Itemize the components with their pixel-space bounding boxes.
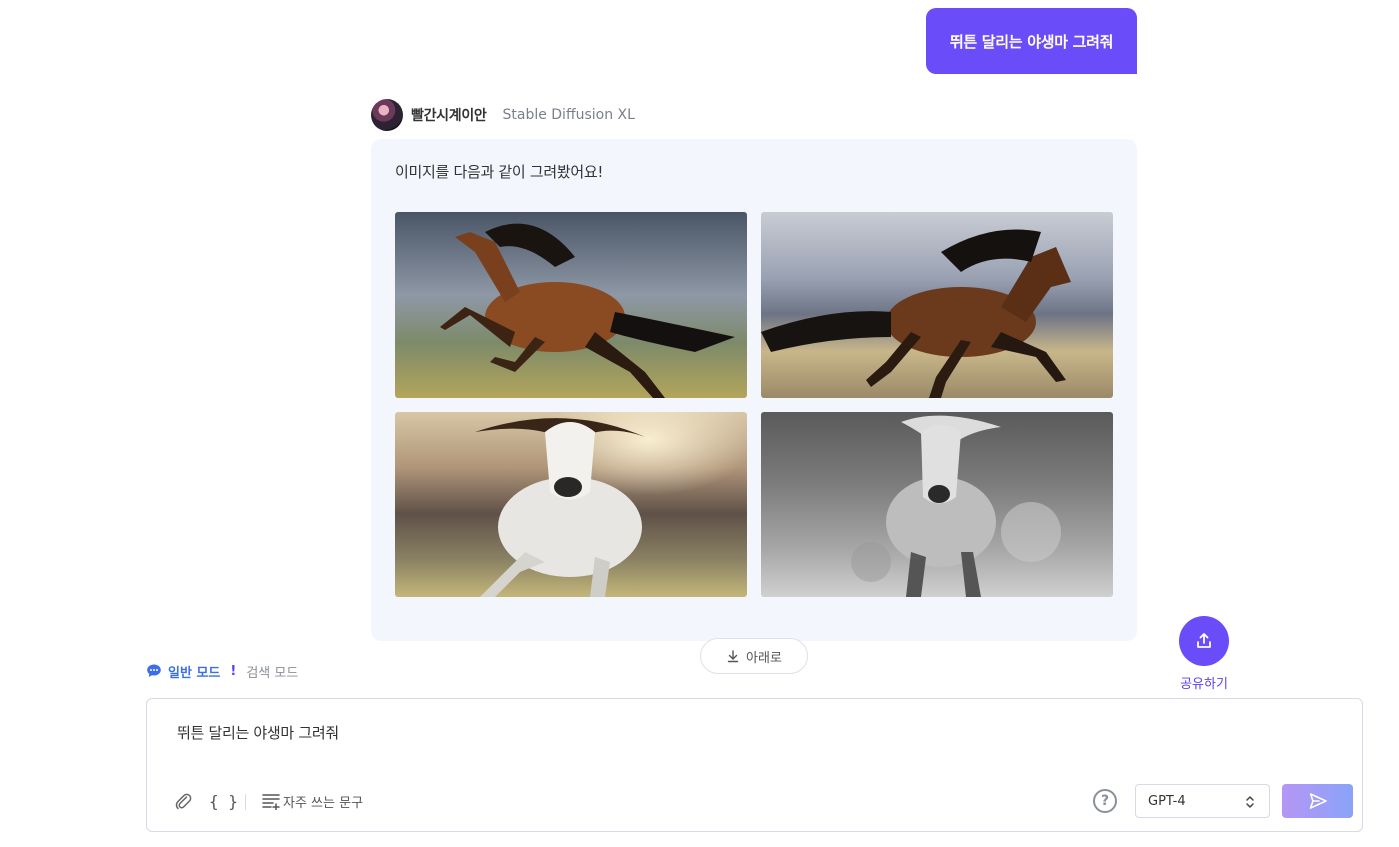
assistant-model: Stable Diffusion XL [502, 107, 635, 123]
chat-bubble-icon [147, 664, 161, 677]
generated-image-4[interactable] [761, 412, 1113, 597]
normal-mode-tab[interactable]: 일반 모드 [168, 662, 220, 681]
arrow-down-icon [727, 650, 739, 663]
scroll-down-label: 아래로 [746, 650, 782, 666]
chat-input[interactable] [177, 723, 1077, 741]
send-icon [1309, 793, 1327, 809]
chat-page: 뛰튼 달리는 야생마 그려줘 빨간시계이안 Stable Diffusion X… [0, 0, 1399, 847]
upload-icon [1197, 633, 1211, 648]
generated-image-3[interactable] [395, 412, 747, 597]
share-button[interactable] [1179, 616, 1229, 666]
list-add-icon [262, 794, 280, 810]
chat-input-box: { } 자주 쓰는 문구 ? GPT-4 [146, 698, 1363, 832]
mode-separator: ! [230, 663, 237, 679]
frequent-phrases-label: 자주 쓰는 문구 [283, 795, 364, 811]
send-button[interactable] [1282, 784, 1353, 818]
model-select[interactable]: GPT-4 [1135, 784, 1270, 818]
scroll-down-button[interactable]: 아래로 [700, 638, 808, 674]
share-label[interactable]: 공유하기 [1166, 673, 1242, 692]
toolbar-divider [245, 794, 246, 810]
assistant-message-text: 이미지를 다음과 같이 그려봤어요! [395, 163, 604, 181]
attach-button[interactable] [173, 790, 193, 812]
paperclip-icon [175, 793, 192, 810]
search-mode-tab[interactable]: 검색 모드 [246, 662, 298, 681]
code-braces-button[interactable]: { } [209, 790, 238, 812]
avatar [371, 99, 403, 131]
assistant-name: 빨간시계이안 [411, 108, 487, 124]
help-icon[interactable]: ? [1093, 789, 1117, 813]
generated-image-2[interactable] [761, 212, 1113, 398]
user-message-bubble: 뛰튼 달리는 야생마 그려줘 [926, 8, 1137, 74]
model-select-value: GPT-4 [1148, 793, 1186, 809]
frequent-phrases-button[interactable]: 자주 쓰는 문구 [261, 790, 363, 812]
generated-image-1[interactable] [395, 212, 747, 398]
mode-toggle: 일반 모드 ! 검색 모드 [146, 661, 298, 681]
assistant-header: 빨간시계이안 Stable Diffusion XL [371, 99, 635, 131]
assistant-message-card: 이미지를 다음과 같이 그려봤어요! [371, 139, 1137, 641]
chevron-updown-icon [1246, 796, 1254, 808]
